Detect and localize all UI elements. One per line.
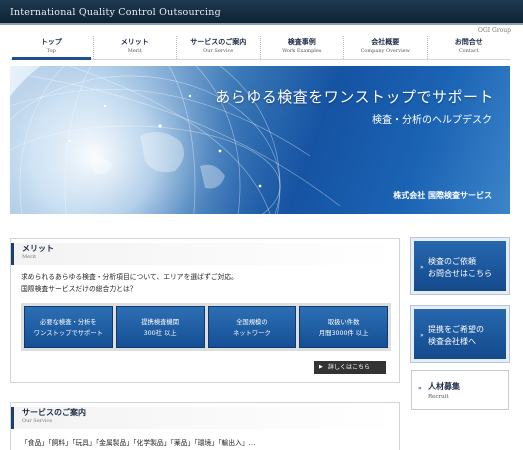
hero-subheadline: 検査・分析のヘルプデスク bbox=[372, 115, 492, 126]
merit-title-en: Merit bbox=[22, 254, 37, 260]
nav-label-jp: メリット bbox=[120, 38, 149, 46]
nav-label-jp: 会社概要 bbox=[371, 38, 400, 46]
nav-label-jp: 検査事例 bbox=[287, 38, 316, 46]
nav-label-en: Work Examples bbox=[282, 48, 322, 54]
service-title: サービスのご案内 bbox=[22, 408, 86, 417]
nav-item-top[interactable]: トップ Top bbox=[10, 36, 94, 60]
feature-line: 必要な検査・分析を bbox=[40, 319, 97, 326]
nav-label-en: Contact bbox=[458, 48, 479, 54]
nav-item-work-examples[interactable]: 検査事例 Work Examples bbox=[261, 36, 344, 59]
feature-line: 提携検査機関 bbox=[141, 319, 180, 326]
feature-line: 全国規模の bbox=[236, 319, 268, 326]
nav-item-company[interactable]: 会社概要 Company Overview bbox=[344, 36, 428, 59]
merit-title: メリット bbox=[22, 244, 54, 253]
detail-button-label: 詳しくはこちら bbox=[328, 364, 371, 371]
feature-line: 月間3000件 以上 bbox=[318, 330, 369, 337]
feature-line: ワンストップでサポート bbox=[33, 330, 103, 337]
nav-item-merit[interactable]: メリット Merit bbox=[94, 36, 177, 59]
feature-line: ネットワーク bbox=[232, 330, 271, 337]
merit-panel: メリット Merit 求められるあらゆる検査・分析項目について、エリアを選ばずご… bbox=[10, 238, 400, 383]
nav-label-jp: お問合せ bbox=[454, 38, 483, 46]
hero-banner: あらゆる検査をワンストップでサポート 検査・分析のヘルプデスク 株式会社 国際検… bbox=[10, 66, 510, 214]
site-header-bar: International Quality Control Outsourcin… bbox=[0, 0, 523, 25]
double-arrow-icon: » bbox=[420, 264, 424, 271]
inquiry-line: お問合せはこちら bbox=[428, 269, 492, 278]
service-heading: サービスのご案内 Our Service bbox=[11, 407, 399, 429]
hero-headline: あらゆる検査をワンストップでサポート bbox=[215, 88, 494, 106]
group-label: OGI Group bbox=[478, 27, 511, 34]
service-panel: サービスのご案内 Our Service 「食品」「飼料」「玩具」「金属製品」「… bbox=[10, 402, 400, 450]
merit-detail-button[interactable]: ▶ 詳しくはこちら bbox=[314, 361, 386, 374]
feature-one-stop: 必要な検査・分析を ワンストップでサポート bbox=[24, 306, 113, 348]
partner-line: 検査会社様へ bbox=[428, 337, 476, 346]
inquiry-button-text: 検査のご依頼 お問合せはこちら bbox=[428, 256, 492, 280]
site-title[interactable]: International Quality Control Outsourcin… bbox=[10, 7, 221, 18]
partner-button[interactable]: » 提携をご希望の 検査会社様へ bbox=[410, 305, 510, 363]
inquiry-line: 検査のご依頼 bbox=[428, 257, 476, 266]
partner-line: 提携をご希望の bbox=[428, 325, 484, 334]
hero-company-name: 株式会社 国際検査サービス bbox=[393, 191, 492, 200]
nav-label-jp: トップ bbox=[40, 38, 62, 46]
feature-volume: 取扱い件数 月間3000件 以上 bbox=[299, 306, 388, 348]
feature-line: 取扱い件数 bbox=[327, 319, 360, 326]
service-title-en: Our Service bbox=[22, 418, 53, 424]
merit-text-line: 国際検査サービスだけの総合力とは？ bbox=[21, 285, 137, 293]
global-nav: トップ Top メリット Merit サービスのご案内 Our Service … bbox=[10, 36, 510, 60]
merit-description: 求められるあらゆる検査・分析項目について、エリアを選ばずご対応。 国際検査サービ… bbox=[21, 271, 238, 295]
triangle-right-icon: ▶ bbox=[319, 364, 323, 370]
recruit-label: 人材募集 bbox=[428, 382, 460, 391]
feature-line: 300社 以上 bbox=[143, 330, 177, 337]
feature-partner-labs: 提携検査機関 300社 以上 bbox=[115, 306, 205, 348]
nav-item-contact[interactable]: お問合せ Contact bbox=[428, 36, 511, 59]
nav-label-en: Our Service bbox=[203, 48, 234, 54]
partner-button-text: 提携をご希望の 検査会社様へ bbox=[428, 324, 484, 348]
merit-text-line: 求められるあらゆる検査・分析項目について、エリアを選ばずご対応。 bbox=[21, 273, 238, 281]
merit-heading: メリット Merit bbox=[11, 243, 399, 265]
double-arrow-icon: » bbox=[420, 332, 424, 339]
recruit-label-en: Recruit bbox=[428, 394, 449, 400]
recruit-link[interactable]: » 人材募集 Recruit bbox=[411, 370, 509, 410]
nav-label-en: Merit bbox=[127, 48, 142, 54]
nav-label-jp: サービスのご案内 bbox=[190, 38, 247, 46]
merit-feature-row: 必要な検査・分析を ワンストップでサポート 提携検査機関 300社 以上 全国規… bbox=[21, 303, 391, 351]
service-category-list: 「食品」「飼料」「玩具」「金属製品」「化学製品」「薬品」「環境」「輸出入」… bbox=[21, 439, 256, 447]
nav-item-service[interactable]: サービスのご案内 Our Service bbox=[177, 36, 261, 59]
nav-label-en: Company Overview bbox=[360, 48, 410, 54]
feature-network: 全国規模の ネットワーク bbox=[207, 306, 297, 348]
nav-label-en: Top bbox=[46, 48, 56, 54]
inquiry-button[interactable]: » 検査のご依頼 お問合せはこちら bbox=[410, 237, 510, 295]
double-arrow-icon: » bbox=[418, 385, 422, 392]
